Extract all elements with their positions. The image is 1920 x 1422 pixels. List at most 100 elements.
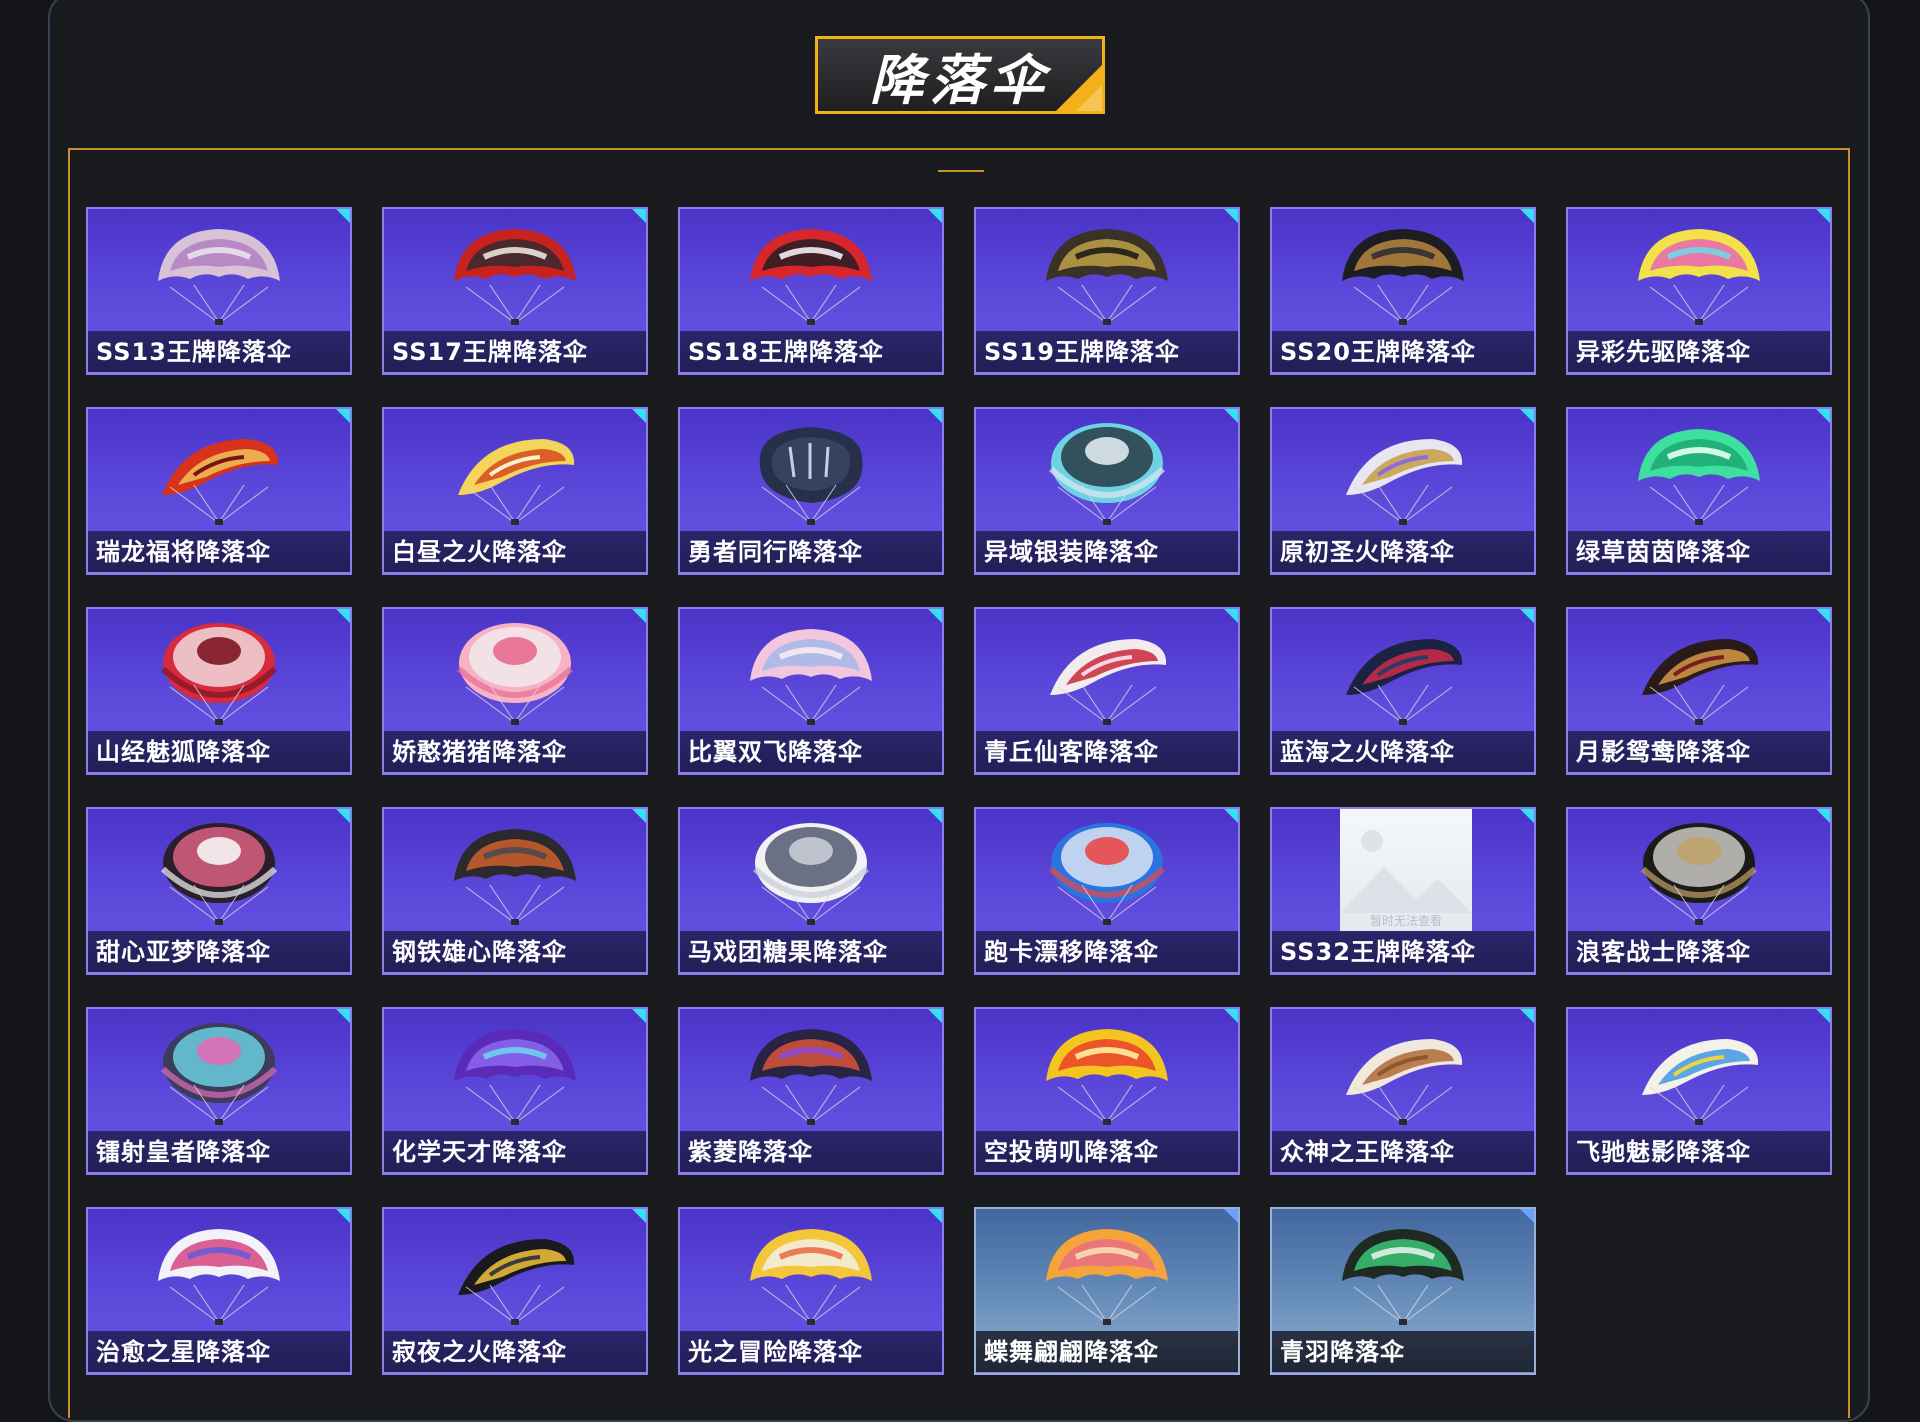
parachute-icon [458,1239,575,1325]
parachute-icon [1638,229,1760,325]
parachute-card[interactable]: 光之冒险降落伞 [678,1207,944,1375]
card-bottom-border [1272,1372,1534,1373]
card-bottom-border [680,1172,942,1173]
parachute-card[interactable]: 青羽降落伞 [1270,1207,1536,1375]
parachute-name: 众神之王降落伞 [1280,1138,1455,1166]
parachute-name: 紫菱降落伞 [688,1138,813,1166]
parachute-name: 勇者同行降落伞 [688,538,863,566]
parachute-card[interactable]: 钢铁雄心降落伞 [382,807,648,975]
parachute-card[interactable]: 绿草茵茵降落伞 [1566,407,1832,575]
parachute-icon [1046,1029,1168,1125]
parachute-name: 马戏团糖果降落伞 [688,938,888,966]
card-bottom-border [88,972,350,973]
corner-flag-icon [927,209,942,224]
parachute-card[interactable]: 化学天才降落伞 [382,1007,648,1175]
parachute-card[interactable]: 娇憨猪猪降落伞 [382,607,648,775]
corner-flag-icon [335,409,350,424]
parachute-name: 化学天才降落伞 [392,1138,567,1166]
parachute-card[interactable]: 勇者同行降落伞 [678,407,944,575]
card-bottom-border [88,772,350,773]
parachute-card[interactable]: SS13王牌降落伞 [86,207,352,375]
card-bottom-border [1272,372,1534,373]
parachute-card[interactable]: 原初圣火降落伞 [1270,407,1536,575]
parachute-name: 绿草茵茵降落伞 [1576,538,1751,566]
image-placeholder-icon: 暂时无法查看 [1340,809,1472,937]
parachute-icon [1638,429,1760,525]
corner-flag-icon [335,809,350,824]
parachute-name: SS17王牌降落伞 [392,338,588,366]
parachute-card[interactable]: 蝶舞翩翩降落伞 [974,1207,1240,1375]
parachute-card[interactable]: 暂时无法查看 SS32王牌降落伞 [1270,807,1536,975]
parachute-card[interactable]: 山经魅狐降落伞 [86,607,352,775]
parachute-name: 瑞龙福将降落伞 [96,538,271,566]
card-bottom-border [976,1372,1238,1373]
parachute-card[interactable]: 异域银装降落伞 [974,407,1240,575]
card-bottom-border [1568,972,1830,973]
parachute-card[interactable]: 白昼之火降落伞 [382,407,648,575]
parachute-name: SS18王牌降落伞 [688,338,884,366]
parachute-card[interactable]: 蓝海之火降落伞 [1270,607,1536,775]
parachute-icon [454,229,576,325]
card-bottom-border [384,372,646,373]
parachute-icon [1048,823,1166,925]
parachute-card[interactable]: SS20王牌降落伞 [1270,207,1536,375]
parachute-icon [1342,1229,1464,1325]
corner-flag-icon [335,209,350,224]
parachute-card[interactable]: 月影鸳鸯降落伞 [1566,607,1832,775]
card-bottom-border [976,772,1238,773]
card-bottom-border [1568,572,1830,573]
corner-flag-icon [631,809,646,824]
parachute-name: 蝶舞翩翩降落伞 [984,1338,1159,1366]
parachute-icon [1640,823,1758,925]
parachute-card[interactable]: 马戏团糖果降落伞 [678,807,944,975]
parachute-icon [750,629,872,725]
parachute-card[interactable]: SS19王牌降落伞 [974,207,1240,375]
parachute-card[interactable]: 异彩先驱降落伞 [1566,207,1832,375]
parachute-icon [1048,423,1166,525]
parachute-card[interactable]: 治愈之星降落伞 [86,1207,352,1375]
card-bottom-border [1272,1172,1534,1173]
parachute-card[interactable]: SS18王牌降落伞 [678,207,944,375]
parachute-card[interactable]: 紫菱降落伞 [678,1007,944,1175]
corner-flag-icon [1223,409,1238,424]
parachute-card[interactable]: 寂夜之火降落伞 [382,1207,648,1375]
corner-flag-icon [631,209,646,224]
corner-flag-icon [631,609,646,624]
card-bottom-border [384,1172,646,1173]
parachute-card[interactable]: 青丘仙客降落伞 [974,607,1240,775]
parachute-icon [162,439,279,525]
parachute-icon [456,623,574,725]
parachute-card[interactable]: 空投萌叽降落伞 [974,1007,1240,1175]
parachute-card[interactable]: 瑞龙福将降落伞 [86,407,352,575]
parachute-card[interactable]: 甜心亚梦降落伞 [86,807,352,975]
corner-flag-icon [1519,409,1534,424]
parachute-card[interactable]: 众神之王降落伞 [1270,1007,1536,1175]
parachute-name: 比翼双飞降落伞 [688,738,863,766]
parachute-card[interactable]: 浪客战士降落伞 [1566,807,1832,975]
parachute-icon [1642,1039,1759,1125]
card-bottom-border [88,1172,350,1173]
card-bottom-border [88,572,350,573]
parachute-card[interactable]: 镭射皇者降落伞 [86,1007,352,1175]
corner-flag-icon [1223,609,1238,624]
parachute-icon [1046,229,1168,325]
parachute-icon [158,1229,280,1325]
parachute-icon [1642,639,1759,725]
parachute-card[interactable]: SS17王牌降落伞 [382,207,648,375]
card-bottom-border [1272,972,1534,973]
banner-corner-highlight [1076,85,1102,111]
parachute-card[interactable]: 跑卡漂移降落伞 [974,807,1240,975]
corner-flag-icon [1815,809,1830,824]
corner-flag-icon [927,409,942,424]
parachute-name: 异域银装降落伞 [984,538,1159,566]
parachute-name: 青丘仙客降落伞 [984,738,1159,766]
corner-flag-icon [927,609,942,624]
corner-flag-icon [631,1009,646,1024]
card-bottom-border [680,572,942,573]
corner-flag-icon [1223,809,1238,824]
parachute-card[interactable]: 比翼双飞降落伞 [678,607,944,775]
corner-flag-icon [1815,609,1830,624]
parachute-name: 寂夜之火降落伞 [392,1338,567,1366]
corner-flag-icon [927,1209,942,1224]
parachute-card[interactable]: 飞驰魅影降落伞 [1566,1007,1832,1175]
